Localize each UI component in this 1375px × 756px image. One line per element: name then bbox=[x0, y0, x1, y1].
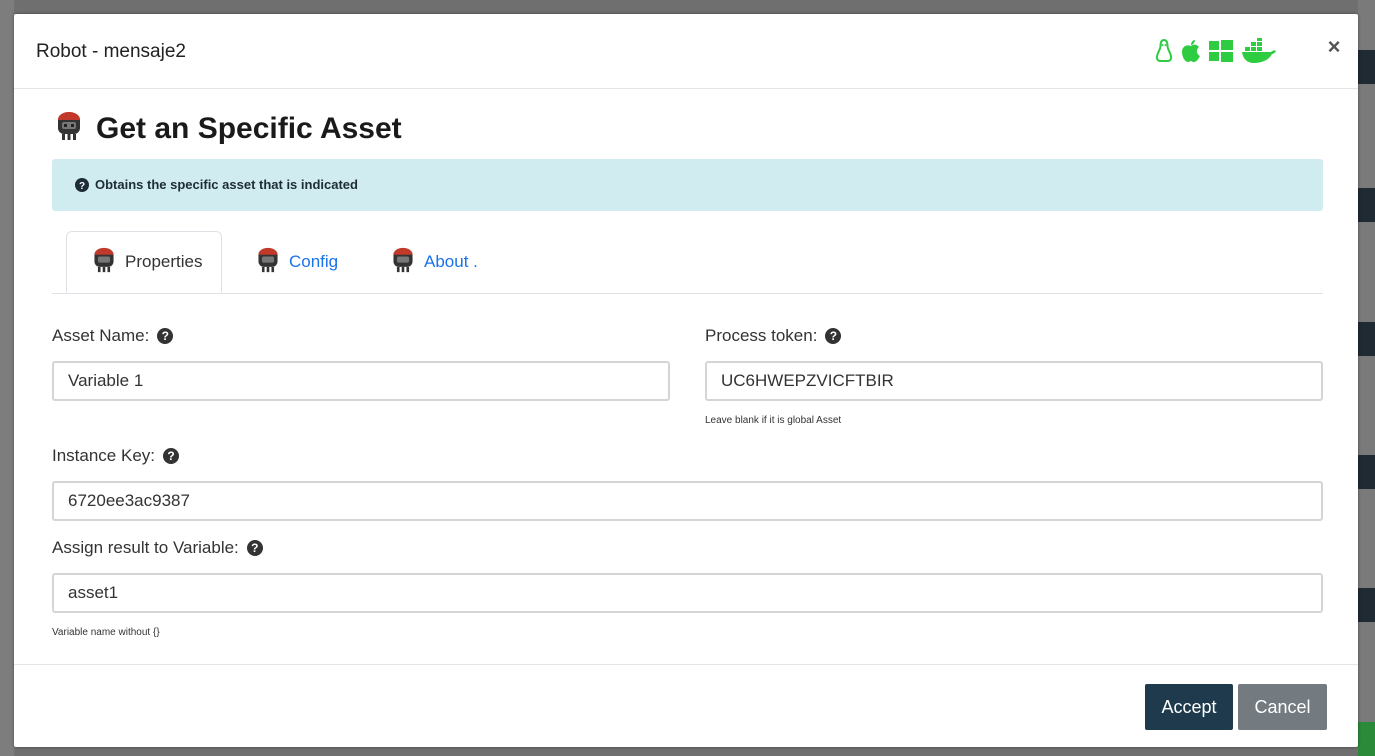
backdrop-chip bbox=[1358, 722, 1375, 756]
docker-icon bbox=[1241, 38, 1277, 64]
info-text: Obtains the specific asset that is indic… bbox=[95, 177, 358, 192]
assign-result-label-text: Assign result to Variable: bbox=[52, 538, 239, 557]
help-icon[interactable]: ? bbox=[157, 328, 174, 344]
linux-icon bbox=[1155, 39, 1173, 63]
os-icons bbox=[1155, 38, 1277, 64]
tab-bar: Properties Config About . bbox=[52, 231, 1323, 294]
windows-icon bbox=[1209, 40, 1233, 62]
backdrop-right bbox=[1358, 0, 1375, 756]
modal-header: Robot - mensaje2 × bbox=[14, 14, 1358, 89]
close-button[interactable]: × bbox=[1323, 34, 1345, 60]
backdrop-chip bbox=[1358, 188, 1375, 222]
tab-properties[interactable]: Properties bbox=[66, 231, 223, 293]
help-icon[interactable]: ? bbox=[825, 328, 842, 344]
process-token-label-text: Process token: bbox=[705, 326, 818, 345]
instance-key-input[interactable] bbox=[52, 481, 1323, 521]
instance-key-label: Instance Key: ? bbox=[52, 446, 180, 466]
process-token-hint: Leave blank if it is global Asset bbox=[705, 415, 842, 426]
apple-icon bbox=[1181, 39, 1201, 63]
robot-icon bbox=[54, 110, 84, 147]
asset-name-label: Asset Name: ? bbox=[52, 326, 174, 346]
asset-name-label-text: Asset Name: bbox=[52, 326, 150, 345]
tab-label: Properties bbox=[125, 252, 203, 271]
footer-divider bbox=[14, 664, 1358, 665]
assign-result-hint: Variable name without {} bbox=[52, 627, 160, 638]
process-token-input[interactable] bbox=[705, 361, 1323, 401]
robot-icon bbox=[255, 246, 281, 279]
page-heading: Get an Specific Asset bbox=[54, 110, 402, 147]
tab-config[interactable]: Config bbox=[255, 231, 338, 293]
backdrop-chip bbox=[1358, 455, 1375, 489]
svg-text:?: ? bbox=[79, 181, 85, 192]
accept-button[interactable]: Accept bbox=[1145, 684, 1233, 730]
assign-result-label: Assign result to Variable: ? bbox=[52, 538, 263, 558]
backdrop-chip bbox=[1358, 588, 1375, 622]
tab-label: About . bbox=[424, 252, 478, 271]
backdrop-chip bbox=[1358, 50, 1375, 84]
cancel-button[interactable]: Cancel bbox=[1238, 684, 1327, 730]
modal-title: Robot - mensaje2 bbox=[36, 41, 186, 62]
robot-icon bbox=[390, 246, 416, 279]
robot-modal: Robot - mensaje2 × Get an Specific Asset… bbox=[14, 14, 1358, 747]
help-icon[interactable]: ? bbox=[163, 448, 180, 464]
question-circle-icon: ? bbox=[75, 178, 89, 197]
process-token-label: Process token: ? bbox=[705, 326, 842, 346]
info-alert: ? Obtains the specific asset that is ind… bbox=[52, 159, 1323, 211]
tab-about[interactable]: About . bbox=[390, 231, 478, 293]
page-title: Get an Specific Asset bbox=[96, 111, 402, 145]
robot-icon bbox=[91, 246, 117, 279]
backdrop-chip bbox=[1358, 322, 1375, 356]
asset-name-input[interactable] bbox=[52, 361, 670, 401]
backdrop-left bbox=[0, 0, 14, 756]
tab-label: Config bbox=[289, 252, 339, 271]
help-icon[interactable]: ? bbox=[246, 540, 263, 556]
instance-key-label-text: Instance Key: bbox=[52, 446, 156, 465]
assign-result-input[interactable] bbox=[52, 573, 1323, 613]
